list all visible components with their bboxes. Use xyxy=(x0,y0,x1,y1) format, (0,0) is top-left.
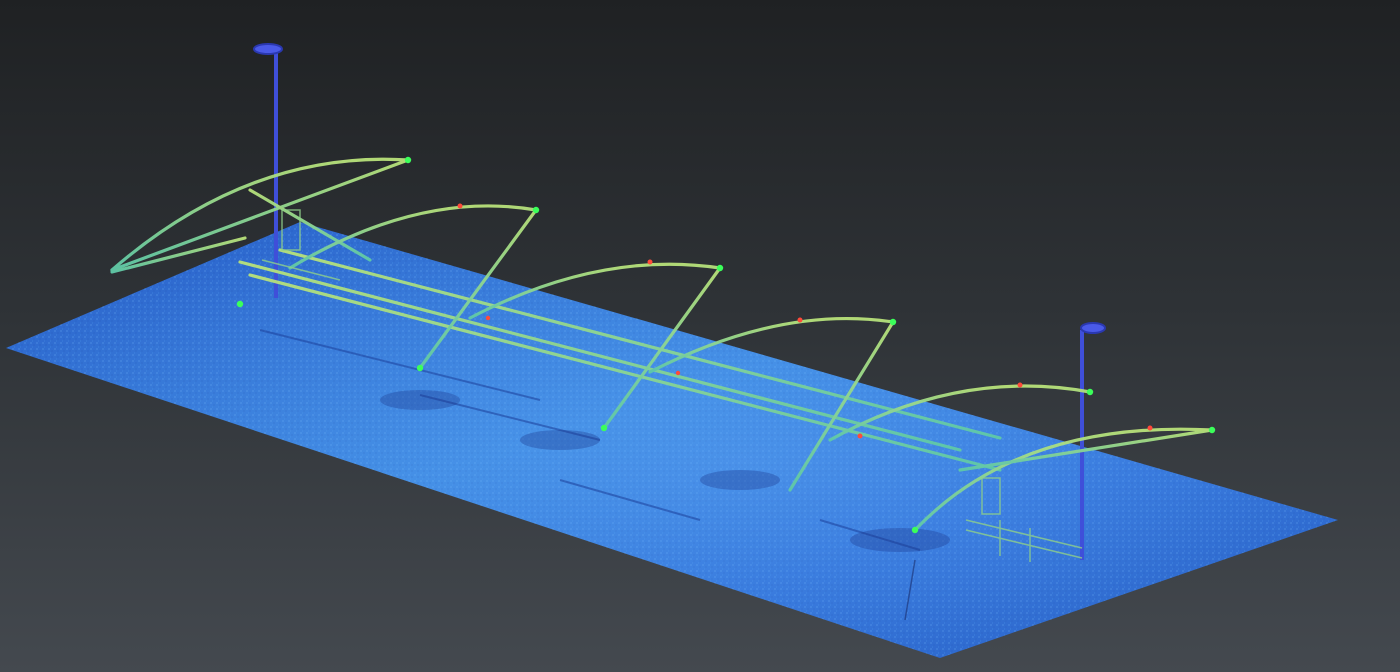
point-cloud-scene[interactable] xyxy=(0,0,1400,672)
point-cloud-viewport[interactable] xyxy=(0,0,1400,672)
ground-plane xyxy=(6,222,1338,658)
